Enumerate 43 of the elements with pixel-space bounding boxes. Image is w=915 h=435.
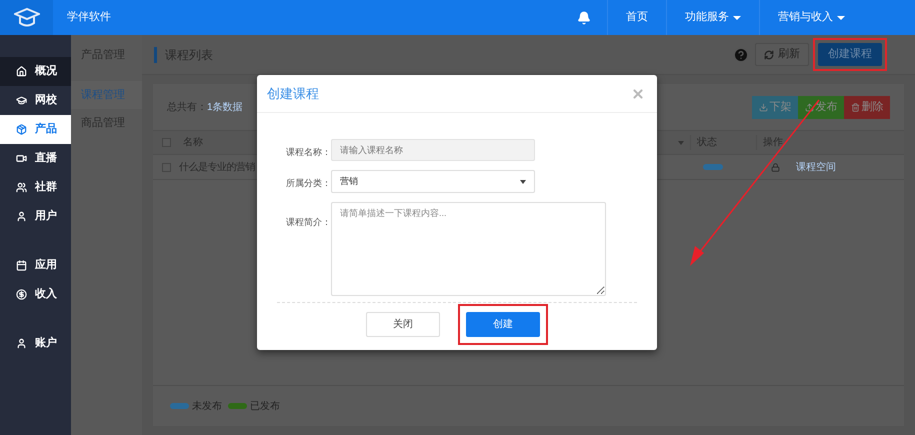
sidebar-item[interactable]: 收入 [0, 280, 71, 309]
menu-icon [16, 124, 27, 135]
field-label: 所属分类： [285, 177, 331, 190]
action-button[interactable]: 删除 [844, 96, 890, 118]
action-icon [758, 102, 768, 112]
course-space-link[interactable]: 课程空间 [796, 160, 836, 174]
action-icon [850, 102, 860, 112]
create-course-button[interactable]: 创建课程 [818, 43, 882, 66]
menu-icon [16, 66, 27, 77]
legend-label: 已发布 [250, 400, 280, 414]
sidebar-item[interactable]: 产品 [0, 115, 71, 144]
category-select[interactable]: 营销 [331, 170, 535, 193]
field-label: 课程简介： [285, 216, 331, 229]
sidebar-item[interactable]: 账户 [0, 329, 71, 358]
course-description-textarea[interactable]: 请简单描述一下课程内容... [331, 202, 606, 296]
sidebar-item[interactable]: 概况 [0, 57, 71, 86]
menu-icon [16, 211, 27, 222]
sidebar-item[interactable]: 应用 [0, 251, 71, 280]
action-icon [804, 102, 814, 112]
dialog-title: 创建课程 [267, 84, 319, 103]
sidebar-item[interactable]: 用户 [0, 202, 71, 231]
create-button[interactable]: 创建 [466, 312, 540, 337]
lock-icon [771, 162, 780, 172]
help-icon[interactable] [733, 46, 749, 62]
field-label: 课程名称： [285, 146, 331, 159]
menu-icon [16, 260, 27, 271]
notification-bell-icon[interactable] [577, 10, 591, 24]
close-icon[interactable] [631, 86, 645, 100]
brand-name: 学伴软件 [67, 10, 111, 26]
menu-icon [16, 95, 27, 106]
sidebar-item[interactable]: 直播 [0, 144, 71, 173]
sort-caret-icon [678, 140, 684, 144]
graduation-cap-logo [14, 6, 40, 28]
menu-icon [16, 182, 27, 193]
sidebar-item[interactable]: 社群 [0, 173, 71, 202]
menu-icon [16, 289, 27, 300]
menu-icon [16, 153, 27, 164]
course-name-input[interactable]: 请输入课程名称 [331, 139, 535, 161]
sidebar-item[interactable]: 网校 [0, 86, 71, 115]
legend-label: 未发布 [192, 400, 222, 414]
refresh-icon [764, 50, 774, 60]
menu-icon [16, 338, 27, 349]
close-button[interactable]: 关闭 [366, 312, 440, 337]
